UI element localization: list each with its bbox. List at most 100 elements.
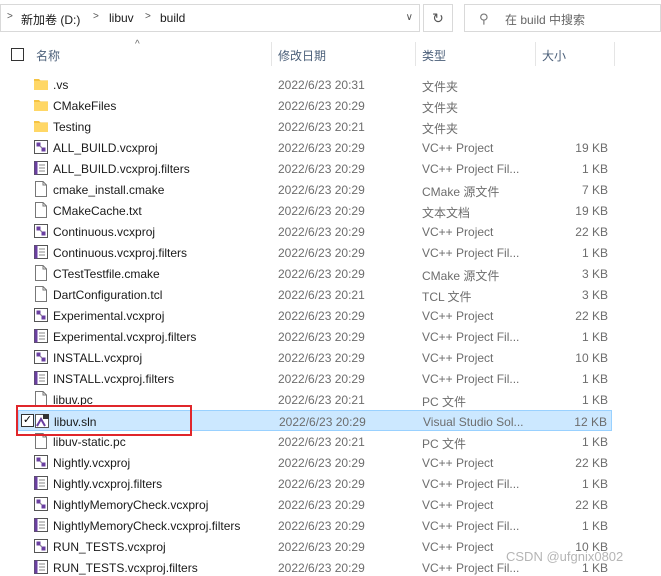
file-date: 2022/6/23 20:29 bbox=[278, 519, 365, 533]
filters-icon bbox=[34, 559, 48, 575]
chevron-right-icon[interactable]: > bbox=[145, 11, 151, 22]
file-type: TCL 文件 bbox=[422, 290, 472, 304]
file-date: 2022/6/23 20:21 bbox=[278, 120, 365, 134]
file-row[interactable]: INSTALL.vcxproj.filters 2022/6/23 20:29 VC… bbox=[18, 368, 612, 389]
file-name: Continuous.vcxproj.filters bbox=[53, 246, 188, 260]
file-row[interactable]: libuv-static.pc 2022/6/23 20:21 PC 文件 1 KB bbox=[18, 431, 612, 452]
breadcrumb-build[interactable]: build bbox=[160, 11, 185, 25]
column-header-date[interactable]: 修改日期 bbox=[278, 47, 326, 64]
file-type: VC++ Project bbox=[422, 540, 494, 554]
file-name: NightlyMemoryCheck.vcxproj.filters bbox=[53, 519, 241, 533]
file-row[interactable]: Nightly.vcxproj 2022/6/23 20:29 VC++ Proje… bbox=[18, 452, 612, 473]
file-name: libuv-static.pc bbox=[53, 435, 126, 449]
toolbar: > 新加卷 (D:) > libuv > build ∨ ↻ ⚲ 在 build… bbox=[0, 0, 661, 36]
file-type: PC 文件 bbox=[422, 395, 467, 409]
file-row-selected[interactable]: ✓ libuv.sln 2022/6/23 20:29 Visual Studio S… bbox=[18, 410, 612, 431]
file-size: 1 KB bbox=[581, 393, 608, 407]
file-icon bbox=[34, 286, 48, 302]
file-size: 3 KB bbox=[581, 267, 608, 281]
file-name: cmake_install.cmake bbox=[53, 183, 165, 197]
column-header-type[interactable]: 类型 bbox=[422, 47, 446, 64]
file-date: 2022/6/23 20:29 bbox=[278, 162, 365, 176]
refresh-button[interactable]: ↻ bbox=[423, 4, 453, 32]
vcxproj-icon bbox=[34, 496, 48, 512]
file-row[interactable]: CMakeFiles 2022/6/23 20:29 文件夹 bbox=[18, 95, 612, 116]
file-row[interactable]: Testing 2022/6/23 20:21 文件夹 bbox=[18, 116, 612, 137]
search-icon: ⚲ bbox=[479, 11, 489, 26]
breadcrumb-libuv[interactable]: libuv bbox=[109, 11, 134, 25]
file-row[interactable]: .vs 2022/6/23 20:31 文件夹 bbox=[18, 74, 612, 95]
file-row[interactable]: CMakeCache.txt 2022/6/23 20:29 文本文档 19 KB bbox=[18, 200, 612, 221]
file-size: 1 KB bbox=[581, 435, 608, 449]
column-header-bar: ^ 名称 修改日期 类型 大小 bbox=[0, 39, 661, 68]
column-header-size[interactable]: 大小 bbox=[542, 47, 566, 64]
file-date: 2022/6/23 20:29 bbox=[278, 561, 365, 575]
file-row[interactable]: INSTALL.vcxproj 2022/6/23 20:29 VC++ Proje… bbox=[18, 347, 612, 368]
file-size: 3 KB bbox=[581, 288, 608, 302]
file-date: 2022/6/23 20:29 bbox=[278, 372, 365, 386]
file-name: CTestTestfile.cmake bbox=[53, 267, 160, 281]
file-date: 2022/6/23 20:29 bbox=[278, 141, 365, 155]
file-type: PC 文件 bbox=[422, 437, 467, 451]
file-type: VC++ Project bbox=[422, 351, 494, 365]
file-row[interactable]: NightlyMemoryCheck.vcxproj.filters 2022/6… bbox=[18, 515, 612, 536]
chevron-right-icon[interactable]: > bbox=[93, 11, 99, 22]
file-type: VC++ Project Fil... bbox=[422, 477, 520, 491]
column-divider[interactable] bbox=[271, 42, 272, 66]
filters-icon bbox=[34, 244, 48, 260]
file-row[interactable]: DartConfiguration.tcl 2022/6/23 20:21 TCL … bbox=[18, 284, 612, 305]
file-type: Visual Studio Sol... bbox=[423, 415, 524, 429]
file-date: 2022/6/23 20:21 bbox=[278, 435, 365, 449]
address-bar[interactable]: > 新加卷 (D:) > libuv > build ∨ bbox=[0, 4, 420, 32]
file-name: Nightly.vcxproj.filters bbox=[53, 477, 163, 491]
file-name: INSTALL.vcxproj.filters bbox=[53, 372, 175, 386]
file-size: 10 KB bbox=[575, 351, 608, 365]
file-date: 2022/6/23 20:29 bbox=[278, 477, 365, 491]
vcxproj-icon bbox=[34, 139, 48, 155]
file-icon bbox=[34, 181, 48, 197]
folder-icon bbox=[34, 76, 48, 92]
file-row[interactable]: Continuous.vcxproj.filters 2022/6/23 20:2… bbox=[18, 242, 612, 263]
file-size: 19 KB bbox=[575, 204, 608, 218]
search-input[interactable]: ⚲ 在 build 中搜索 bbox=[464, 4, 661, 32]
refresh-icon: ↻ bbox=[432, 10, 444, 26]
file-date: 2022/6/23 20:29 bbox=[278, 309, 365, 323]
file-type: VC++ Project Fil... bbox=[422, 162, 520, 176]
file-row[interactable]: cmake_install.cmake 2022/6/23 20:29 CMake … bbox=[18, 179, 612, 200]
chevron-right-icon[interactable]: > bbox=[7, 11, 13, 22]
file-name: INSTALL.vcxproj bbox=[53, 351, 143, 365]
file-type: VC++ Project Fil... bbox=[422, 372, 520, 386]
breadcrumb-drive[interactable]: 新加卷 (D:) bbox=[21, 11, 80, 28]
file-icon bbox=[34, 265, 48, 281]
file-row[interactable]: ALL_BUILD.vcxproj 2022/6/23 20:29 VC++ Pro… bbox=[18, 137, 612, 158]
file-size: 1 KB bbox=[581, 246, 608, 260]
file-row[interactable]: Experimental.vcxproj.filters 2022/6/23 20… bbox=[18, 326, 612, 347]
file-type: VC++ Project bbox=[422, 498, 494, 512]
chevron-down-icon[interactable]: ∨ bbox=[406, 12, 413, 23]
file-name: .vs bbox=[53, 78, 69, 92]
column-divider[interactable] bbox=[614, 42, 615, 66]
file-name: ALL_BUILD.vcxproj.filters bbox=[53, 162, 190, 176]
file-type: CMake 源文件 bbox=[422, 269, 500, 283]
select-all-checkbox[interactable] bbox=[11, 48, 24, 61]
file-size: 7 KB bbox=[581, 183, 608, 197]
column-divider[interactable] bbox=[535, 42, 536, 66]
file-row[interactable]: Nightly.vcxproj.filters 2022/6/23 20:29 VC… bbox=[18, 473, 612, 494]
file-row[interactable]: NightlyMemoryCheck.vcxproj 2022/6/23 20:2… bbox=[18, 494, 612, 515]
file-row[interactable]: Experimental.vcxproj 2022/6/23 20:29 VC++ … bbox=[18, 305, 612, 326]
file-name: CMakeFiles bbox=[53, 99, 117, 113]
file-type: VC++ Project Fil... bbox=[422, 246, 520, 260]
file-icon bbox=[34, 202, 48, 218]
vcxproj-icon bbox=[34, 454, 48, 470]
file-name: Experimental.vcxproj.filters bbox=[53, 330, 197, 344]
folder-icon bbox=[34, 118, 48, 134]
file-row[interactable]: libuv.pc 2022/6/23 20:21 PC 文件 1 KB bbox=[18, 389, 612, 410]
file-row[interactable]: ALL_BUILD.vcxproj.filters 2022/6/23 20:29… bbox=[18, 158, 612, 179]
file-row[interactable]: Continuous.vcxproj 2022/6/23 20:29 VC++ Pr… bbox=[18, 221, 612, 242]
row-checkbox[interactable]: ✓ bbox=[21, 414, 34, 427]
file-name: RUN_TESTS.vcxproj bbox=[53, 540, 166, 554]
column-header-name[interactable]: 名称 bbox=[36, 47, 60, 64]
file-row[interactable]: CTestTestfile.cmake 2022/6/23 20:29 CMake … bbox=[18, 263, 612, 284]
column-divider[interactable] bbox=[415, 42, 416, 66]
file-size: 22 KB bbox=[575, 309, 608, 323]
